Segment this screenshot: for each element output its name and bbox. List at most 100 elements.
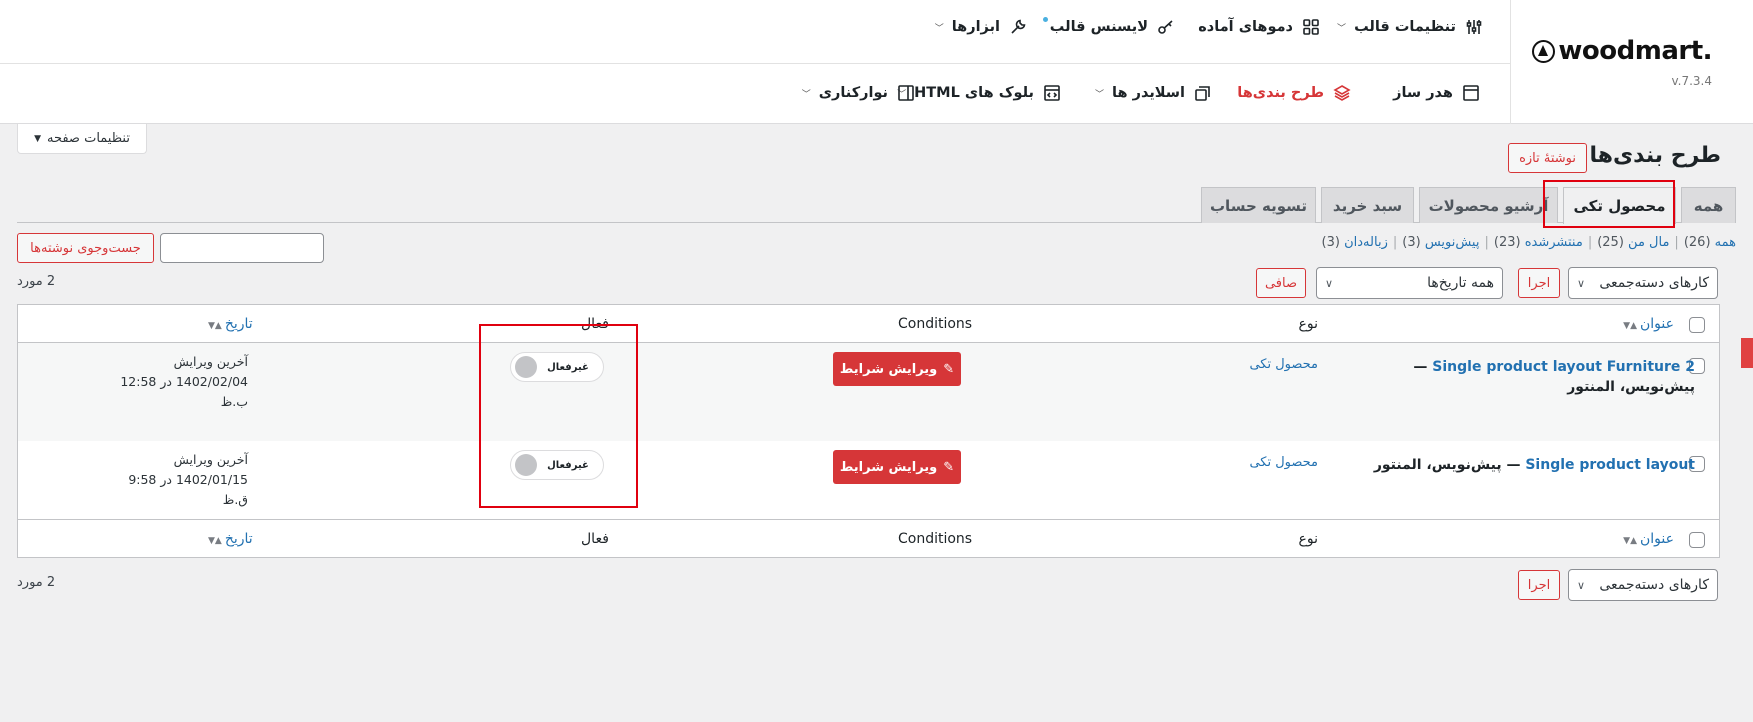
apply-button[interactable]: اجرا [1518,268,1560,298]
menu-label: اسلایدر ها [1112,85,1185,101]
column-title[interactable]: عنوان▲▼ [1623,316,1674,332]
menu-layouts[interactable]: طرح بندی‌ها [1237,83,1352,103]
menu-license[interactable]: لایسنس قالب [1042,17,1176,37]
table-footer: عنوان▲▼ نوع Conditions فعال تاریخ▲▼ [18,519,1719,557]
row-title: Single product layout Furniture 2 — پیش‌… [1365,357,1695,397]
column-type: نوع [1298,316,1318,332]
menu-label: طرح بندی‌ها [1237,85,1324,101]
bulk-actions-select-bottom[interactable]: کارهای دسته‌جمعی ∨ [1568,569,1718,601]
column-conditions-footer: Conditions [898,531,973,547]
key-icon [1156,17,1176,37]
page-title: طرح بندی‌ها [1589,143,1721,168]
search-posts-button[interactable]: جست‌وجوی نوشته‌ها [17,233,154,263]
layers-icon [1332,83,1352,103]
column-type-footer: نوع [1298,531,1318,547]
sidebar-icon [896,83,916,103]
sort-icon: ▲▼ [208,321,222,331]
notification-dot [1042,17,1048,22]
edit-conditions-button[interactable]: ✎ ویرایش شرایط [833,450,961,484]
tab-products-archive[interactable]: آرشیو محصولات [1419,187,1558,223]
date-label: آخرین ویرایش [173,354,248,369]
caret-down-icon: ▼ [34,133,41,144]
tab-all[interactable]: همه [1681,187,1736,223]
sliders-icon [1464,17,1484,37]
grid-icon [1301,17,1321,37]
menu-tools[interactable]: ابزارها ﹀ [935,17,1028,37]
chevron-down-icon: ﹀ [801,89,811,100]
edit-conditions-label: ویرایش شرایط [839,361,938,377]
tab-cart[interactable]: سبد خرید [1321,187,1414,223]
dates-filter-value: همه تاریخ‌ها [1427,275,1494,291]
column-date[interactable]: تاریخ▲▼ [208,316,253,332]
layouts-table: عنوان▲▼ نوع Conditions فعال تاریخ▲▼ Sing… [17,304,1720,558]
column-conditions: Conditions [898,316,973,332]
layout-icon [1461,83,1481,103]
woodmart-header: woodmart. v.7.3.4 تنظیمات قالب ﹀ دموهای … [0,0,1753,124]
row-state: — پیش‌نویس، المنتور [1373,457,1521,473]
menu-label: لایسنس قالب [1049,19,1148,35]
sort-icon: ▲▼ [1623,321,1638,331]
date-value: 1402/01/15 در 9:58 ق.ظ [128,472,248,507]
menu-html-blocks[interactable]: بلوک های HTML ﹀ [897,83,1062,103]
status-trash[interactable]: زباله‌دان (3) [1322,235,1388,250]
items-count-bottom: 2 مورد [17,575,56,590]
slides-icon [1193,83,1213,103]
row-title-link[interactable]: Single product layout [1525,457,1695,473]
dates-filter-select[interactable]: همه تاریخ‌ها ∨ [1316,267,1503,299]
bulk-actions-value: کارهای دسته‌جمعی [1599,577,1709,593]
select-all-checkbox-footer[interactable] [1689,532,1705,548]
filter-button[interactable]: صافی [1256,268,1306,298]
row-date: آخرین ویرایش 1402/01/15 در 9:58 ق.ظ [108,450,248,510]
chevron-down-icon: ﹀ [1337,23,1347,34]
woodmart-logo-icon [1532,39,1556,63]
logo-box: woodmart. v.7.3.4 [1510,0,1753,124]
menu-theme-settings[interactable]: تنظیمات قالب ﹀ [1337,17,1484,37]
column-date-footer[interactable]: تاریخ▲▼ [208,531,253,547]
edit-conditions-label: ویرایش شرایط [839,459,938,475]
menu-label: نوارکناری [818,85,888,101]
date-label: آخرین ویرایش [173,452,248,467]
screen-options-button[interactable]: تنظیمات صفحه ▼ [17,124,147,154]
menu-label: بلوک های HTML [914,85,1034,101]
bulk-actions-select[interactable]: کارهای دسته‌جمعی ∨ [1568,267,1718,299]
menu-label: دموهای آماده [1198,19,1293,35]
code-window-icon [1042,83,1062,103]
menu-header-builder[interactable]: هدر ساز [1393,83,1481,103]
menu-label: هدر ساز [1393,85,1453,101]
side-edge-tab[interactable] [1741,338,1753,368]
apply-button-bottom[interactable]: اجرا [1518,570,1560,600]
status-filter-links: همه (26) | مال من (25) | منتشرشده (23) | پی… [1321,235,1736,250]
status-published[interactable]: منتشرشده (23) [1494,235,1583,250]
row-title: Single product layout — پیش‌نویس، المنتو… [1365,455,1695,475]
chevron-down-icon: ∨ [1577,276,1586,290]
table-row: Single product layout Furniture 2 — پیش‌… [18,343,1719,441]
select-all-checkbox[interactable] [1689,317,1705,333]
table-header: عنوان▲▼ نوع Conditions فعال تاریخ▲▼ [18,305,1719,343]
woodmart-logo[interactable]: woodmart. [1532,36,1712,66]
edit-conditions-button[interactable]: ✎ ویرایش شرایط [833,352,961,386]
brand-name: woodmart. [1558,36,1712,66]
menu-sidebars[interactable]: نوارکناری ﹀ [802,83,916,103]
chevron-down-icon: ∨ [1577,578,1586,592]
status-mine[interactable]: مال من (25) [1597,235,1669,250]
items-count: 2 مورد [17,274,56,289]
chevron-down-icon: ∨ [1325,276,1334,290]
column-active-footer: فعال [581,531,609,547]
bulk-actions-value: کارهای دسته‌جمعی [1599,275,1709,291]
status-draft[interactable]: پیش‌نویس (3) [1402,235,1479,250]
menu-label: ابزارها [951,19,1000,35]
status-all[interactable]: همه (26) [1684,235,1736,250]
chevron-down-icon: ﹀ [1095,89,1105,100]
menu-demos[interactable]: دموهای آماده [1198,17,1321,37]
row-title-link[interactable]: Single product layout Furniture 2 [1432,359,1695,375]
row-type-link[interactable]: محصول تکی [1249,357,1318,372]
header-divider [0,63,1510,64]
column-title-footer[interactable]: عنوان▲▼ [1623,531,1674,547]
add-new-button[interactable]: نوشتهٔ تازه [1508,143,1587,173]
tab-checkout[interactable]: تسویه حساب [1201,187,1316,223]
row-type-link[interactable]: محصول تکی [1249,455,1318,470]
menu-label-wrap: لایسنس قالب [1042,17,1148,35]
menu-sliders[interactable]: اسلایدر ها ﹀ [1095,83,1213,103]
search-input[interactable] [160,233,324,263]
pencil-icon: ✎ [943,459,955,475]
